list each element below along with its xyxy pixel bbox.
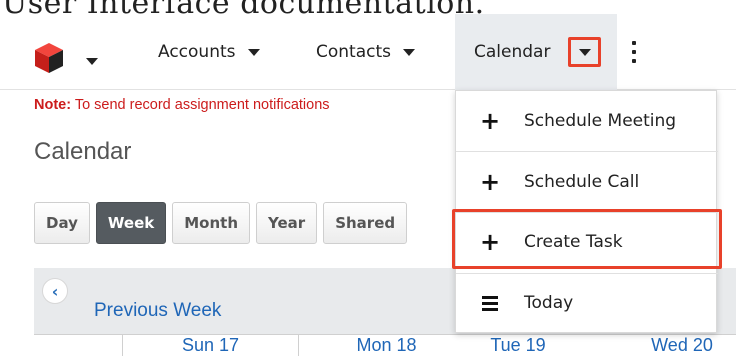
menu-item-schedule-meeting[interactable]: + Schedule Meeting	[456, 91, 718, 151]
nav-contacts-label: Contacts	[316, 42, 391, 62]
chevron-down-icon	[578, 48, 591, 56]
previous-week-link[interactable]: Previous Week	[94, 300, 221, 322]
view-month-button[interactable]: Month	[172, 202, 250, 244]
chevron-left-icon[interactable]: ‹	[42, 278, 68, 304]
note-prefix: Note:	[34, 97, 72, 113]
chevron-down-icon[interactable]	[403, 48, 415, 56]
assignment-note: Note: To send record assignment notifica…	[34, 97, 454, 113]
view-shared-button[interactable]: Shared	[323, 202, 408, 244]
menu-item-label: Today	[524, 293, 574, 313]
chevron-down-icon[interactable]	[247, 48, 260, 56]
nav-contacts[interactable]: Contacts	[316, 14, 415, 90]
logo-cube-icon[interactable]	[34, 42, 64, 74]
note-text: To send record assignment notifications	[71, 97, 330, 113]
day-header[interactable]: Sun 17	[122, 335, 298, 356]
view-week-button[interactable]: Week	[95, 202, 167, 244]
nav-accounts[interactable]: Accounts	[158, 14, 260, 90]
calendar-dropdown-menu: + Schedule Meeting + Schedule Call + Cre…	[452, 90, 722, 333]
more-options-icon[interactable]	[630, 41, 638, 63]
view-day-button[interactable]: Day	[34, 202, 90, 244]
plus-icon: +	[479, 168, 501, 196]
menu-item-schedule-call[interactable]: + Schedule Call	[456, 152, 718, 212]
day-header[interactable]: Tue 19	[458, 335, 578, 356]
list-icon	[456, 295, 524, 311]
view-year-button[interactable]: Year	[256, 202, 318, 244]
nav-calendar[interactable]: Calendar	[455, 14, 617, 90]
menu-item-today[interactable]: Today	[456, 273, 718, 333]
day-header[interactable]: Mon 18	[298, 335, 474, 356]
day-header[interactable]: Wed 20	[628, 335, 736, 356]
view-switcher: Day Week Month Year Shared	[34, 202, 408, 244]
day-header-row: Sun 17 Mon 18 Tue 19 Wed 20	[34, 334, 736, 356]
nav-accounts-label: Accounts	[158, 42, 236, 62]
top-nav-bar: Accounts Contacts Calendar	[0, 14, 736, 90]
plus-icon: +	[479, 107, 501, 135]
nav-calendar-label: Calendar	[474, 42, 551, 62]
menu-item-label: Schedule Call	[524, 172, 640, 192]
create-task-highlight	[452, 209, 722, 269]
menu-item-label: Schedule Meeting	[524, 111, 677, 131]
page-title: Calendar	[34, 138, 132, 165]
calendar-dropdown-toggle[interactable]	[568, 37, 601, 67]
logo-caret-icon[interactable]	[86, 58, 98, 65]
